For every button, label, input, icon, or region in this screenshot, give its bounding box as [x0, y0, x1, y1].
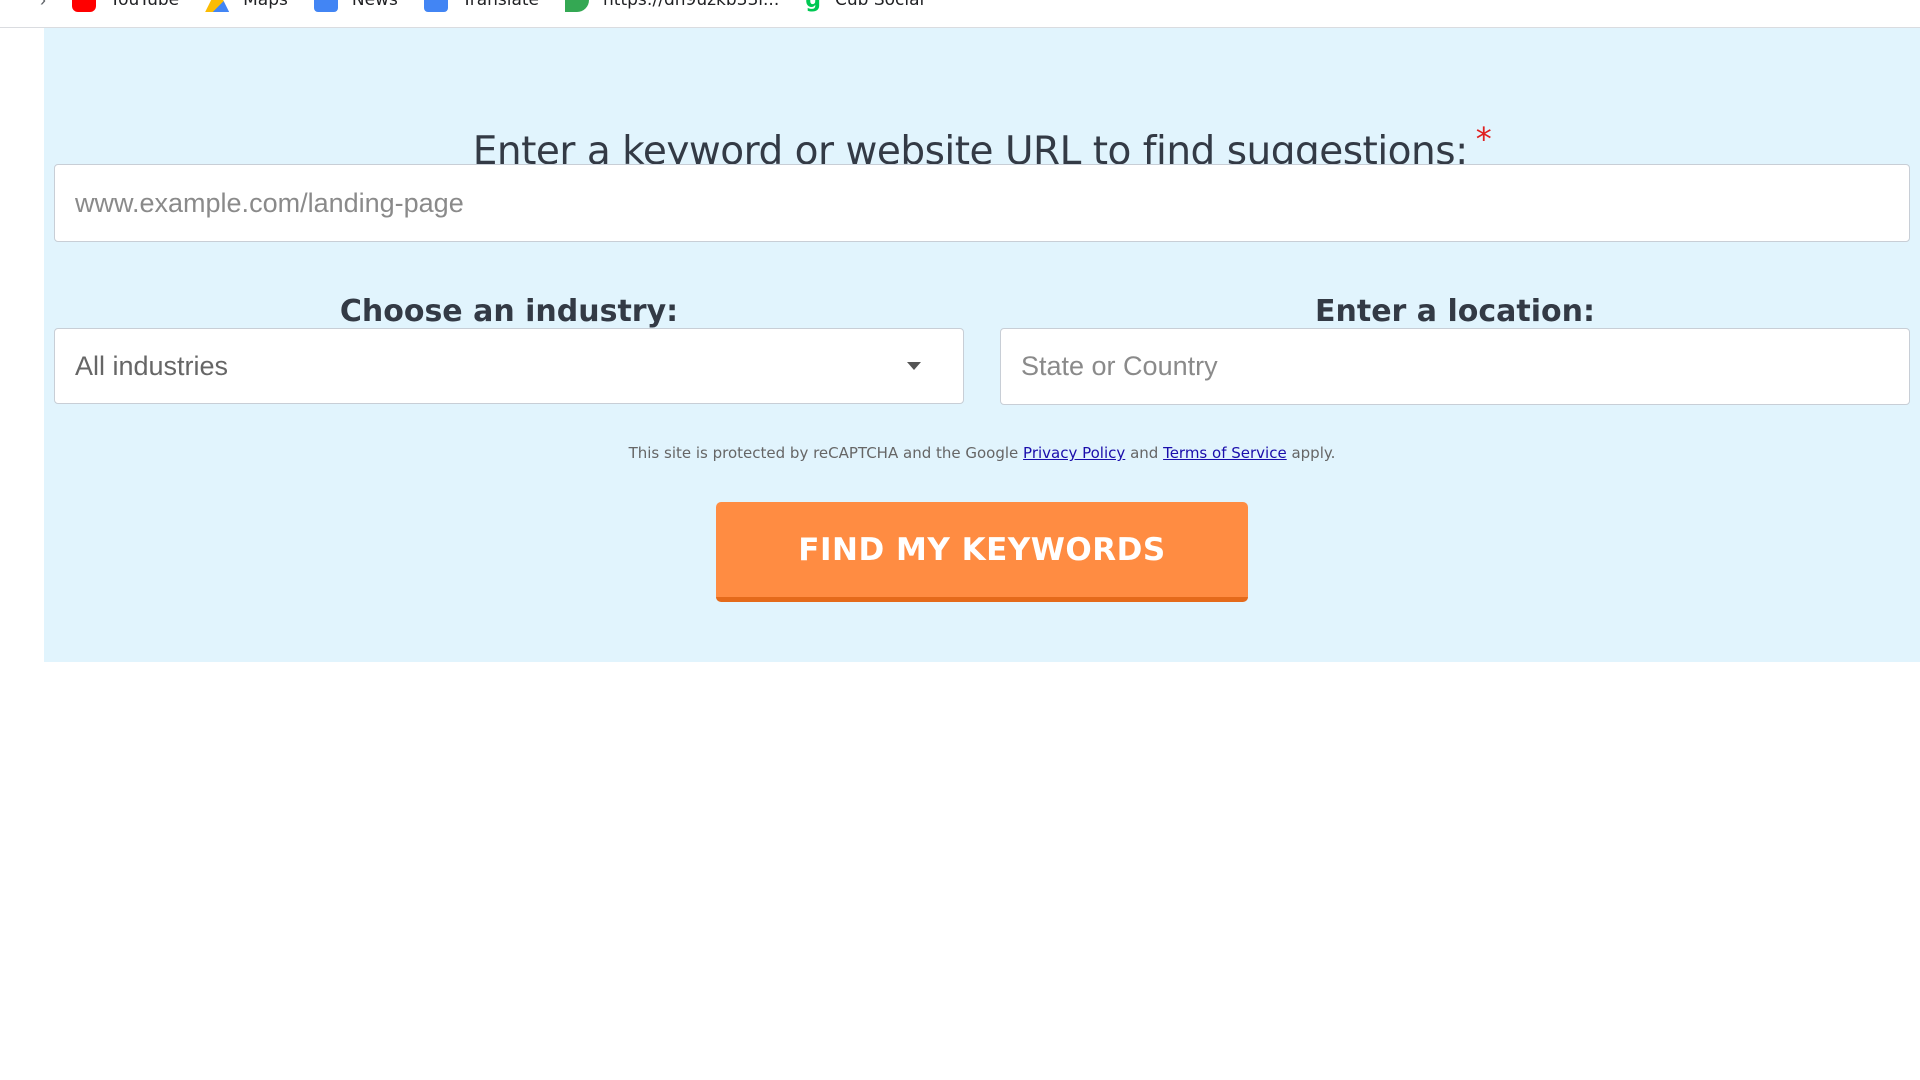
industry-label: Choose an industry:	[339, 294, 679, 329]
industry-select[interactable]: All industries	[54, 328, 964, 404]
bookmark-youtube[interactable]: YouTube	[72, 0, 179, 12]
bookmark-news[interactable]: News	[313, 0, 398, 12]
translate-icon	[423, 0, 448, 12]
recaptcha-suffix: apply.	[1291, 444, 1336, 462]
bookmark-translate[interactable]: Translate	[423, 0, 540, 12]
youtube-icon	[72, 0, 96, 12]
bookmarks-list: › YouTube Maps News Translate https://dn…	[40, 0, 924, 14]
privacy-policy-link[interactable]: Privacy Policy	[1023, 444, 1125, 462]
bookmarks-overflow-icon[interactable]: ›	[40, 0, 46, 11]
bookmark-label: Translate	[461, 0, 540, 10]
bookmark-label: YouTube	[110, 0, 180, 10]
recaptcha-prefix: This site is protected by reCAPTCHA and …	[628, 444, 1019, 462]
location-label: Enter a location:	[1315, 294, 1595, 329]
bookmark-maps[interactable]: Maps	[205, 0, 288, 12]
bookmark-label: Cub Social	[834, 0, 925, 10]
recaptcha-middle: and	[1130, 444, 1159, 462]
g-icon: g	[805, 0, 821, 13]
bookmark-label: News	[351, 0, 398, 10]
industry-selected-value: All industries	[75, 350, 229, 381]
bookmark-label: https://dn9uzkb33i...	[603, 0, 780, 10]
find-keywords-button[interactable]: FIND MY KEYWORDS	[716, 502, 1248, 602]
terms-of-service-link[interactable]: Terms of Service	[1163, 444, 1287, 462]
maps-icon	[205, 0, 230, 12]
caret-down-icon	[907, 362, 921, 370]
bookmark-url[interactable]: https://dn9uzkb33i...	[565, 0, 779, 12]
required-mark: *	[1475, 120, 1492, 158]
bookmark-label: Maps	[243, 0, 288, 10]
bookmarks-bar: › YouTube Maps News Translate https://dn…	[0, 0, 1920, 28]
leaf-icon	[565, 0, 590, 12]
keyword-form-panel: Enter a keyword or website URL to find s…	[44, 28, 1920, 662]
news-icon	[313, 0, 338, 12]
location-input[interactable]	[1000, 328, 1910, 405]
recaptcha-notice: This site is protected by reCAPTCHA and …	[44, 444, 1920, 462]
bookmark-cub-social[interactable]: g Cub Social	[805, 0, 924, 13]
keyword-url-input[interactable]	[54, 164, 1910, 242]
